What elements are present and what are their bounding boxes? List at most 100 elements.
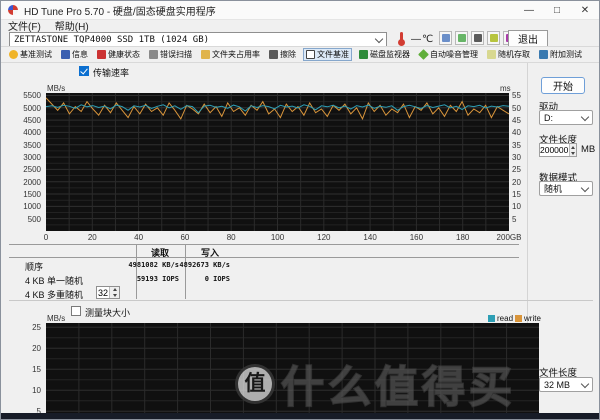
- y-axis-tick-label: 20: [32, 344, 41, 354]
- table-header-write: 写入: [200, 248, 219, 258]
- device-dropdown-value: ZETTASTONE TQP4000 SSD 1TB (1024 GB): [14, 34, 210, 45]
- sequential-read-value: 4981082 KB/s: [128, 261, 179, 269]
- x-axis-tick-label: 20: [87, 233, 97, 242]
- transfer-rate-checkbox[interactable]: [79, 66, 89, 76]
- x-axis-tick-label: 160: [409, 233, 424, 242]
- close-button[interactable]: ✕: [571, 1, 599, 19]
- menu-file[interactable]: 文件(F): [1, 18, 48, 33]
- toolbar-item-disk-monitor[interactable]: 磁盘监视器: [357, 48, 412, 61]
- x-axis-tick-label: 40: [134, 233, 144, 242]
- divider: [9, 300, 593, 301]
- y-axis-tick-label: 2000: [23, 177, 41, 187]
- temperature-value: —: [411, 34, 421, 45]
- x-axis-tick-label: 80: [226, 233, 236, 242]
- divider: [1, 62, 599, 63]
- y-axis-tick-label: 1500: [23, 190, 41, 200]
- drive-dropdown-value: D:: [544, 112, 553, 123]
- minimize-button[interactable]: —: [515, 1, 543, 19]
- block-size-label: 测量块大小: [85, 308, 131, 318]
- transfer-rate-label: 传输速率: [93, 68, 130, 78]
- file-length-stepper[interactable]: 200000: [539, 143, 577, 157]
- file-length-unit: MB: [581, 144, 596, 155]
- x-axis-tick-label: 0: [43, 233, 49, 242]
- legend-read-label: read: [497, 314, 514, 323]
- multi-random-count-stepper[interactable]: 32: [96, 286, 120, 299]
- y-axis-tick-label: 3000: [23, 153, 41, 163]
- maximize-button[interactable]: □: [543, 1, 571, 19]
- error-scan-icon: [149, 49, 158, 59]
- camera-button[interactable]: [471, 31, 484, 45]
- copy-text-button[interactable]: [439, 31, 452, 45]
- toolbar-item-health[interactable]: 健康状态: [95, 48, 142, 61]
- block-file-length-dropdown[interactable]: 32 MB: [539, 377, 593, 392]
- temperature-unit: ℃: [422, 34, 434, 45]
- file-benchmark-icon: [306, 49, 315, 59]
- y-axis-right-tick-label: 15: [512, 190, 521, 200]
- toolbar-item-extra-tests[interactable]: 附加测试: [537, 48, 584, 61]
- device-dropdown[interactable]: ZETTASTONE TQP4000 SSD 1TB (1024 GB): [9, 32, 387, 47]
- data-mode-dropdown-value: 随机: [544, 184, 563, 194]
- legend-write: write: [515, 314, 541, 323]
- main-chart-y-left-unit: MB/s: [47, 84, 66, 93]
- toolbar-item-benchmark[interactable]: 基准测试: [7, 48, 54, 61]
- copy-text-icon: [441, 34, 450, 42]
- block-size-chart: [46, 323, 539, 413]
- start-button[interactable]: 开始: [541, 77, 585, 94]
- table-row-label: 4 KB 单一随机: [25, 276, 84, 286]
- y-axis-tick-label: 15: [32, 365, 41, 375]
- y-axis-right-tick-label: 20: [512, 177, 521, 187]
- erase-icon: [269, 49, 278, 59]
- drive-dropdown[interactable]: D:: [539, 110, 593, 125]
- window-title: HD Tune Pro 5.70 - 硬盘/固态硬盘实用程序: [24, 6, 216, 18]
- table-border: [185, 244, 186, 299]
- y-axis-tick-label: 5000: [23, 103, 41, 113]
- toolbar-item-label: 擦除: [280, 49, 296, 59]
- toolbar-item-info[interactable]: 信息: [59, 48, 90, 61]
- benchmark-icon: [9, 49, 18, 59]
- x-axis-tick-label: 140: [363, 233, 377, 242]
- main-chart-y-right-unit: ms: [500, 84, 511, 93]
- y-axis-tick-label: 4000: [23, 128, 41, 138]
- toolbar-item-aam[interactable]: 自动噪音管理: [417, 48, 480, 61]
- aam-icon: [418, 48, 429, 60]
- save-button[interactable]: [487, 31, 500, 45]
- toolbar-item-folder-usage[interactable]: 文件夹占用率: [199, 48, 262, 61]
- table-header-read: 读取: [150, 248, 169, 258]
- arrow-up-icon: [571, 145, 576, 149]
- menu-help[interactable]: 帮助(H): [48, 18, 96, 33]
- y-axis-tick-label: 5500: [23, 91, 41, 101]
- table-border: [136, 244, 137, 299]
- y-axis-right-tick-label: 50: [512, 103, 521, 113]
- toolbar-item-file-benchmark[interactable]: 文件基准: [303, 47, 352, 61]
- toolbar-item-label: 附加测试: [550, 49, 582, 59]
- data-mode-dropdown[interactable]: 随机: [539, 181, 593, 196]
- toolbar-item-label: 健康状态: [108, 49, 140, 59]
- toolbar-item-label: 信息: [72, 49, 88, 59]
- toolbar-item-error-scan[interactable]: 错误扫描: [147, 48, 194, 61]
- stepper-arrows[interactable]: [569, 144, 576, 156]
- random-read-value: 59193 IOPS: [136, 275, 179, 283]
- save-icon: [489, 34, 498, 42]
- arrow-down-icon: [571, 151, 576, 155]
- stepper-arrows[interactable]: [109, 287, 119, 298]
- toolbar-item-random-access[interactable]: 随机存取: [485, 48, 532, 61]
- stepper-value: 32: [97, 287, 108, 298]
- y-axis-right-tick-label: 40: [512, 128, 521, 138]
- x-axis-tick-label: 100: [270, 233, 285, 242]
- copy-image-button[interactable]: [455, 31, 468, 45]
- y-axis-right-tick-label: 5: [512, 214, 517, 224]
- exit-button[interactable]: 退出: [508, 30, 548, 47]
- legend-read: read: [488, 314, 513, 323]
- block-size-checkbox[interactable]: [71, 306, 81, 316]
- x-axis-tick-label: 200GB: [496, 233, 522, 242]
- table-border: [9, 257, 519, 258]
- x-axis-tick-label: 60: [180, 233, 190, 242]
- random-access-icon: [487, 49, 496, 59]
- toolbar-item-label: 随机存取: [498, 49, 530, 59]
- chevron-down-icon: [580, 183, 590, 192]
- sequential-write-value: 4892673 KB/s: [179, 261, 230, 269]
- folder-usage-icon: [201, 49, 210, 59]
- chevron-down-icon: [374, 34, 384, 43]
- y-axis-tick-label: 1000: [23, 202, 41, 212]
- toolbar-item-erase[interactable]: 擦除: [267, 48, 298, 61]
